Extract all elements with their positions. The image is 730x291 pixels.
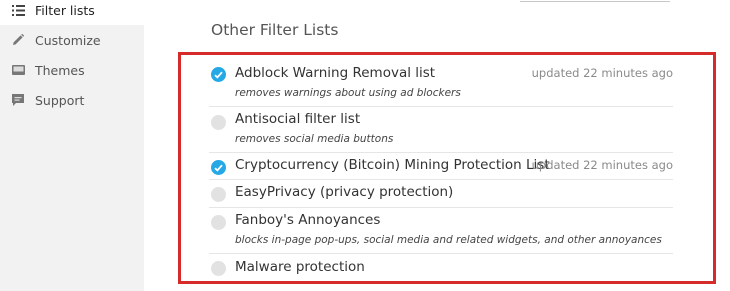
- filter-description: removes social media buttons: [235, 133, 394, 145]
- list-item: EasyPrivacy (privacy protection): [209, 180, 673, 208]
- section-title: Other Filter Lists: [211, 21, 339, 39]
- sidebar-item-label: Filter lists: [35, 2, 95, 18]
- sidebar-item-themes[interactable]: Themes: [0, 55, 144, 85]
- list-item: Malware protection: [209, 254, 673, 282]
- updated-time: updated 22 minutes ago: [531, 158, 673, 172]
- filter-name[interactable]: Fanboy's Annoyances: [235, 212, 380, 228]
- checkbox-unchecked[interactable]: [211, 261, 226, 276]
- list-icon: [11, 3, 25, 17]
- pencil-icon: [11, 33, 25, 47]
- filter-description: blocks in-page pop-ups, social media and…: [235, 234, 662, 246]
- filter-description: removes warnings about using ad blockers: [235, 87, 461, 99]
- list-item: Antisocial filter list removes social me…: [209, 107, 673, 153]
- sidebar-item-filter-lists[interactable]: Filter lists: [0, 0, 144, 25]
- sidebar-item-label: Support: [35, 92, 85, 108]
- filter-name[interactable]: EasyPrivacy (privacy protection): [235, 184, 453, 200]
- filter-name[interactable]: Antisocial filter list: [235, 111, 360, 127]
- sidebar-item-label: Themes: [35, 62, 85, 78]
- filter-name[interactable]: Adblock Warning Removal list: [235, 65, 435, 81]
- checkbox-unchecked[interactable]: [211, 187, 226, 202]
- sidebar-item-customize[interactable]: Customize: [0, 25, 144, 55]
- filter-name[interactable]: Malware protection: [235, 259, 365, 275]
- filter-list: Adblock Warning Removal list updated 22 …: [209, 58, 673, 282]
- sidebar-item-label: Customize: [35, 32, 101, 48]
- list-item: Fanboy's Annoyances blocks in-page pop-u…: [209, 208, 673, 254]
- chat-icon: [11, 93, 25, 107]
- list-item: Cryptocurrency (Bitcoin) Mining Protecti…: [209, 153, 673, 180]
- updated-time: updated 22 minutes ago: [531, 66, 673, 80]
- checkbox-unchecked[interactable]: [211, 115, 226, 130]
- checkbox-checked[interactable]: [211, 67, 226, 82]
- image-icon: [11, 63, 25, 77]
- sidebar: Filter lists Customize Themes Support: [0, 0, 144, 291]
- list-item: Adblock Warning Removal list updated 22 …: [209, 58, 673, 107]
- checkbox-checked[interactable]: [211, 160, 226, 175]
- search-input[interactable]: [520, 0, 670, 2]
- filter-name[interactable]: Cryptocurrency (Bitcoin) Mining Protecti…: [235, 157, 550, 173]
- sidebar-item-support[interactable]: Support: [0, 85, 144, 115]
- checkbox-unchecked[interactable]: [211, 215, 226, 230]
